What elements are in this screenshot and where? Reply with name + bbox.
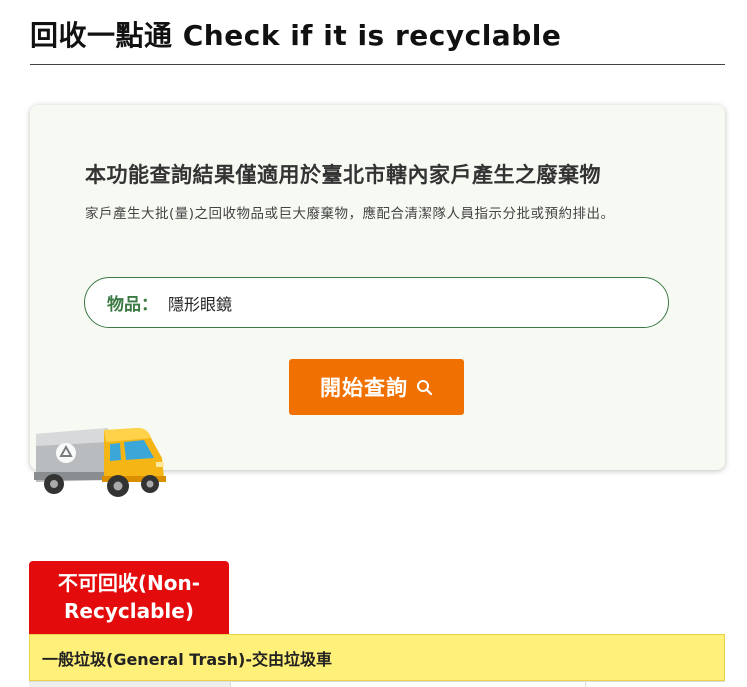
item-search-input[interactable]: 隱形眼鏡 <box>168 291 232 315</box>
disposal-category-row: 一般垃圾(General Trash)-交由垃圾車 <box>29 634 725 681</box>
status-badge-line2: Recyclable) <box>64 599 194 623</box>
start-search-button[interactable]: 開始查詢 <box>289 359 464 415</box>
recycling-truck-icon <box>34 428 166 497</box>
item-search-field[interactable]: 物品： 隱形眼鏡 <box>84 277 669 328</box>
recycle-icon <box>56 443 76 463</box>
query-card: 本功能查詢結果僅適用於臺北市轄內家戶產生之廢棄物 家戶產生大批(量)之回收物品或… <box>30 105 725 470</box>
page-title: 回收一點通 Check if it is recyclable <box>30 19 562 52</box>
result-table-cell <box>29 682 230 687</box>
title-divider <box>30 64 725 65</box>
item-field-label: 物品： <box>107 295 158 315</box>
status-badge-line1: 不可回收(Non- <box>57 571 201 595</box>
status-badge-non-recyclable: 不可回收(Non- Recyclable) <box>29 561 229 634</box>
search-button-label: 開始查詢 <box>320 376 408 400</box>
card-note: 家戶產生大批(量)之回收物品或巨大廢棄物，應配合清潔隊人員指示分批或預約排出。 <box>85 206 615 222</box>
card-heading: 本功能查詢結果僅適用於臺北市轄內家戶產生之廢棄物 <box>85 163 601 187</box>
result-table-cell <box>585 682 725 687</box>
result-table-cell <box>230 682 585 687</box>
result-table-header <box>29 681 725 687</box>
disposal-category-label: 一般垃圾(General Trash)-交由垃圾車 <box>42 649 332 669</box>
search-icon <box>417 379 433 395</box>
